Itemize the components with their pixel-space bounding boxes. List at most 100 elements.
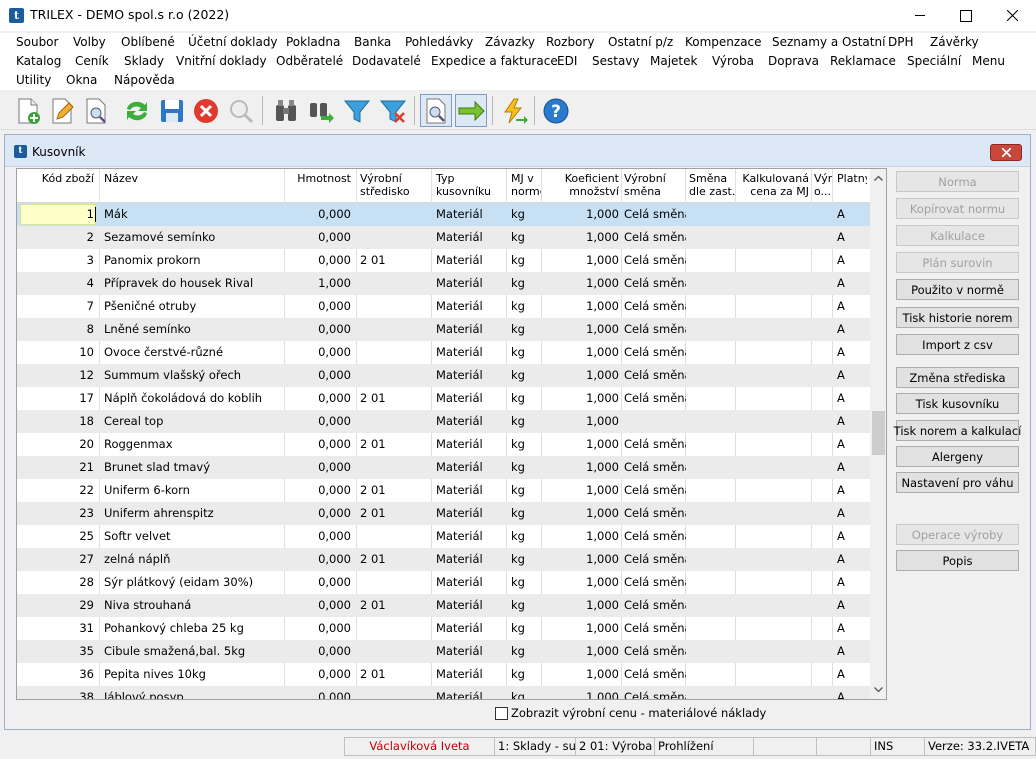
table-row[interactable]: 23 Uniferm ahrenspitz 0,000 2 01 Materiál kg 1… xyxy=(17,502,870,525)
scroll-up-button[interactable] xyxy=(870,169,886,186)
search-button[interactable] xyxy=(225,94,257,127)
cell-nazev[interactable]: Sýr plátkový (eidam 30%) xyxy=(104,571,285,594)
cell-smena[interactable]: Celá směna xyxy=(624,594,686,617)
cell-smena[interactable]: Celá směna xyxy=(624,663,686,686)
go-button[interactable] xyxy=(455,94,487,127)
cell-hmotnost[interactable]: 0,000 xyxy=(285,387,351,410)
cell-mj[interactable]: kg xyxy=(511,617,542,640)
column-header-nazev[interactable]: Název xyxy=(104,172,285,185)
table-row[interactable]: 2 Sezamové semínko 0,000 Materiál kg 1,000 Cel… xyxy=(17,226,870,249)
cell-nazev[interactable]: Jáblový posyp xyxy=(104,686,285,699)
cell-nazev[interactable]: zelná náplň xyxy=(104,548,285,571)
menu-item[interactable]: Odběratelé xyxy=(276,54,343,68)
cell-platny[interactable]: A xyxy=(837,456,867,479)
menu-item[interactable]: Volby xyxy=(73,35,106,49)
menu-item[interactable]: Závěrky xyxy=(930,35,979,49)
cell-stredisko[interactable] xyxy=(360,410,432,433)
cell-hmotnost[interactable]: 0,000 xyxy=(285,525,351,548)
cell-nazev[interactable]: Pepita nives 10kg xyxy=(104,663,285,686)
cell-smena[interactable]: Celá směna xyxy=(624,456,686,479)
menu-item[interactable]: Nápověda xyxy=(114,73,175,87)
cell-platny[interactable]: A xyxy=(837,686,867,699)
cell-kod[interactable]: 22 xyxy=(17,479,94,502)
cell-platny[interactable]: A xyxy=(837,502,867,525)
maximize-button[interactable] xyxy=(943,0,989,31)
table-row[interactable]: 10 Ovoce čerstvé-různé 0,000 Materiál kg 1,00… xyxy=(17,341,870,364)
column-divider[interactable] xyxy=(356,169,357,203)
cell-nazev[interactable]: Náplň čokoládová do koblih xyxy=(104,387,285,410)
column-divider[interactable] xyxy=(685,169,686,203)
cancel-button[interactable] xyxy=(190,94,222,127)
cell-koef[interactable]: 1,000 xyxy=(542,295,619,318)
cell-nazev[interactable]: Uniferm ahrenspitz xyxy=(104,502,285,525)
button-kopírovat-normu[interactable]: Kopírovat normu xyxy=(896,198,1019,219)
cell-stredisko[interactable] xyxy=(360,272,432,295)
checkbox-box[interactable] xyxy=(495,706,508,720)
table-row[interactable]: 27 zelná náplň 0,000 2 01 Materiál kg 1,000 Cel… xyxy=(17,548,870,571)
cell-smena[interactable]: Celá směna xyxy=(624,364,686,387)
cell-hmotnost[interactable]: 0,000 xyxy=(285,502,351,525)
column-divider[interactable] xyxy=(832,169,833,203)
table-row[interactable]: 29 Niva strouhaná 0,000 2 01 Materiál kg 1,000… xyxy=(17,594,870,617)
column-header-koef[interactable]: Koeficient množství xyxy=(542,172,619,198)
find-button[interactable] xyxy=(270,94,302,127)
cell-smena[interactable]: Celá směna xyxy=(624,479,686,502)
cell-nazev[interactable]: Pšeničné otruby xyxy=(104,295,285,318)
menu-item[interactable]: Oblíbené xyxy=(121,35,175,49)
menu-item[interactable]: Účetní doklady xyxy=(188,35,278,49)
cell-koef[interactable]: 1,000 xyxy=(542,226,619,249)
button-alergeny[interactable]: Alergeny xyxy=(896,446,1019,467)
cell-platny[interactable]: A xyxy=(837,341,867,364)
column-divider[interactable] xyxy=(506,169,507,203)
column-header-vyr[interactable]: Výr o... xyxy=(814,172,833,198)
cell-typ[interactable]: Materiál xyxy=(436,433,507,456)
cell-hmotnost[interactable]: 0,000 xyxy=(285,295,351,318)
kusovnik-grid[interactable]: Kód zboží Název Hmotnost Výrobní středisko T… xyxy=(16,168,887,700)
cell-stredisko[interactable] xyxy=(360,364,432,387)
cell-platny[interactable]: A xyxy=(837,387,867,410)
cell-mj[interactable]: kg xyxy=(511,433,542,456)
cell-hmotnost[interactable]: 0,000 xyxy=(285,548,351,571)
cell-koef[interactable]: 1,000 xyxy=(542,387,619,410)
cell-typ[interactable]: Materiál xyxy=(436,502,507,525)
cell-platny[interactable]: A xyxy=(837,433,867,456)
cell-koef[interactable]: 1,000 xyxy=(542,640,619,663)
cell-typ[interactable]: Materiál xyxy=(436,525,507,548)
menu-item[interactable]: Sklady xyxy=(124,54,164,68)
column-divider[interactable] xyxy=(621,169,622,203)
cell-kod[interactable]: 23 xyxy=(17,502,94,525)
edit-document-button[interactable] xyxy=(46,94,78,127)
cell-typ[interactable]: Materiál xyxy=(436,272,507,295)
cell-hmotnost[interactable]: 0,000 xyxy=(285,226,351,249)
menu-item[interactable]: Majetek xyxy=(650,54,697,68)
column-header-stredisko[interactable]: Výrobní středisko xyxy=(360,172,432,198)
document-close-button[interactable] xyxy=(990,144,1022,161)
cell-mj[interactable]: kg xyxy=(511,686,542,699)
cell-smena[interactable]: Celá směna xyxy=(624,640,686,663)
table-row[interactable]: 4 Přípravek do housek Rival 1,000 Materiál k… xyxy=(17,272,870,295)
button-použito-v-normě[interactable]: Použito v normě xyxy=(896,279,1019,300)
button-plán-surovin[interactable]: Plán surovin xyxy=(896,252,1019,273)
cell-mj[interactable]: kg xyxy=(511,272,542,295)
cell-stredisko[interactable] xyxy=(360,571,432,594)
menu-item[interactable]: EDI xyxy=(557,54,577,68)
cell-smena[interactable]: Celá směna xyxy=(624,272,686,295)
cell-stredisko[interactable] xyxy=(360,203,432,226)
cell-nazev[interactable]: Lněné semínko xyxy=(104,318,285,341)
cell-mj[interactable]: kg xyxy=(511,548,542,571)
cell-stredisko[interactable] xyxy=(360,226,432,249)
cell-mj[interactable]: kg xyxy=(511,663,542,686)
cell-kod[interactable]: 35 xyxy=(17,640,94,663)
cell-typ[interactable]: Materiál xyxy=(436,364,507,387)
column-header-smena-zast[interactable]: Směna dle zast... xyxy=(689,172,736,198)
menu-item[interactable]: Pohledávky xyxy=(405,35,473,49)
cell-mj[interactable]: kg xyxy=(511,203,542,226)
cell-nazev[interactable]: Cereal top xyxy=(104,410,285,433)
cell-stredisko[interactable]: 2 01 xyxy=(360,663,432,686)
cell-typ[interactable]: Materiál xyxy=(436,203,507,226)
column-divider[interactable] xyxy=(735,169,736,203)
cell-nazev[interactable]: Přípravek do housek Rival xyxy=(104,272,285,295)
cell-kod[interactable]: 28 xyxy=(17,571,94,594)
cell-hmotnost[interactable]: 0,000 xyxy=(285,341,351,364)
cell-hmotnost[interactable]: 0,000 xyxy=(285,456,351,479)
